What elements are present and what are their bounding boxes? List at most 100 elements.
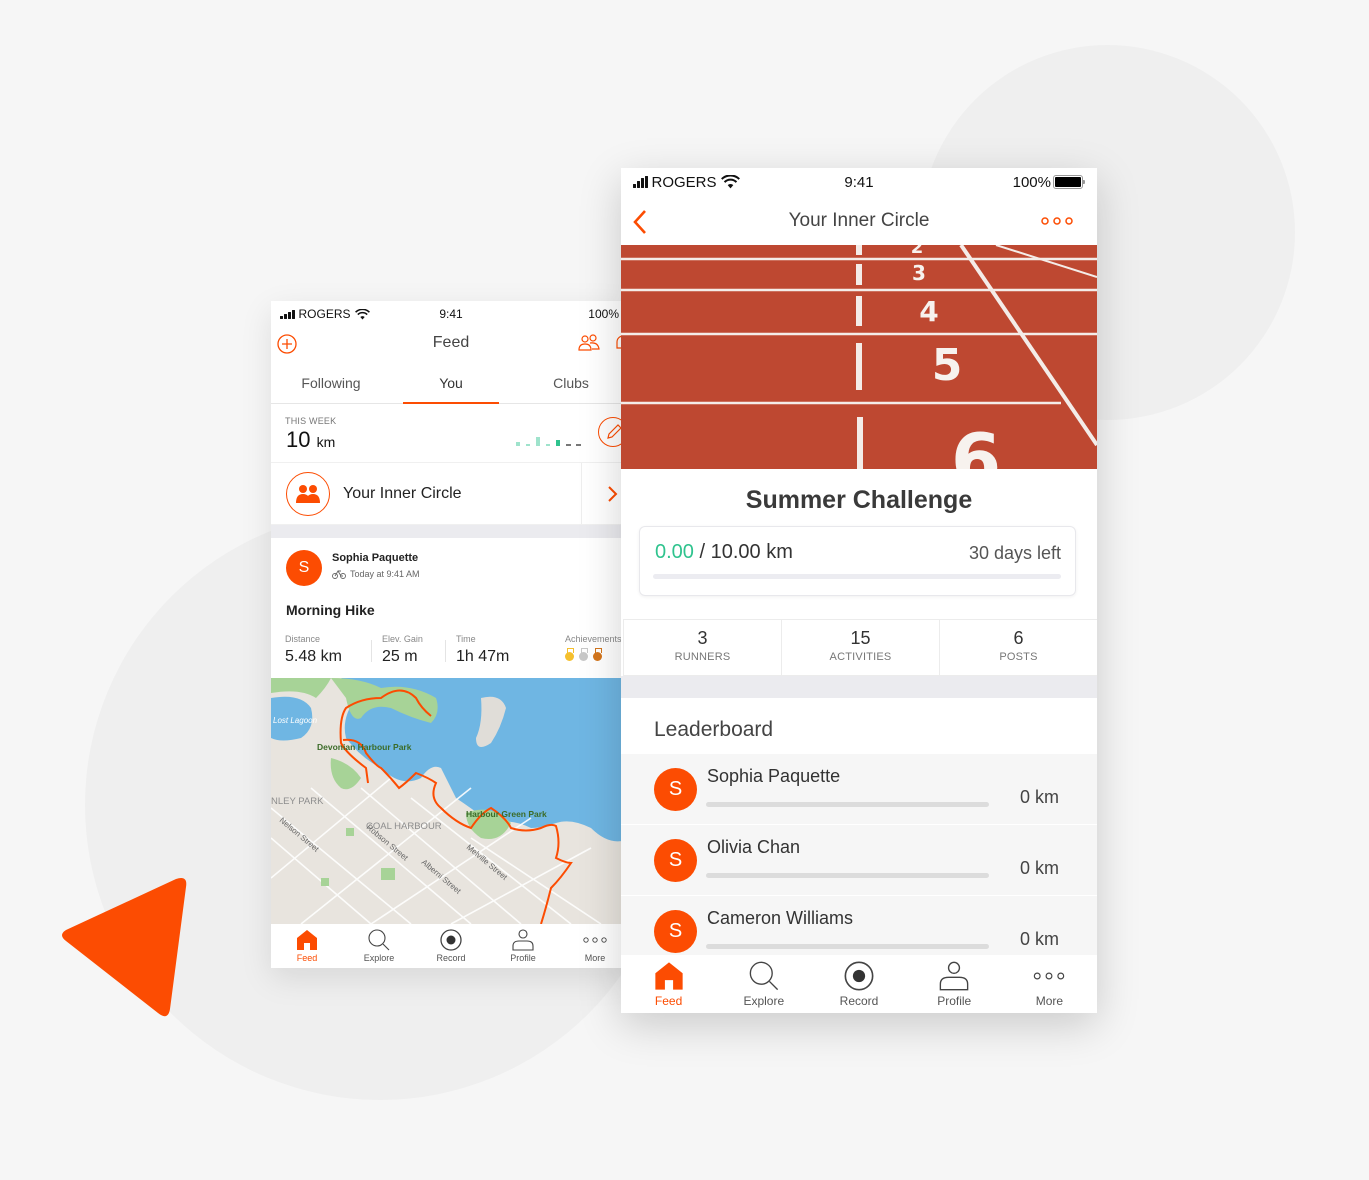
bottom-tab-bar: Feed Explore Record Profile More [621, 955, 1097, 1013]
group-icon [296, 484, 320, 503]
challenge-title: Summer Challenge [745, 486, 973, 514]
status-bar: ROGERS 9:41 100% [271, 303, 631, 325]
challenge-stats: 3 RUNNERS 15 ACTIVITIES 6 POSTS [623, 619, 1097, 676]
add-circle-icon[interactable] [277, 334, 297, 354]
stat-activities[interactable]: 15 ACTIVITIES [781, 620, 939, 675]
stat-posts[interactable]: 6 POSTS [939, 620, 1097, 675]
sparkline-bar [516, 442, 520, 446]
tab-feed[interactable]: Feed [621, 955, 716, 1013]
home-icon [297, 930, 317, 950]
stat-elevation: Elev. Gain 25 m [382, 634, 423, 665]
runner-distance: 0 km [1019, 929, 1059, 949]
avatar: S [654, 839, 697, 882]
tab-following[interactable]: Following [271, 365, 391, 403]
post-timestamp: Today at 9:41 AM [350, 569, 420, 579]
friends-icon[interactable] [578, 334, 600, 352]
hero-image-running-track: 2 3 4 5 6 [621, 245, 1097, 469]
stat-time: Time 1h 47m [456, 634, 510, 665]
chevron-left-icon[interactable] [631, 208, 649, 236]
challenge-progress-card: 0.00 / 10.00 km 30 days left [639, 526, 1076, 596]
runner-distance: 0 km [1019, 858, 1059, 878]
tab-explore[interactable]: Explore [716, 955, 811, 1013]
bike-icon [332, 570, 346, 579]
battery-percent: 100% [588, 307, 619, 321]
more-icon [583, 937, 607, 943]
inner-circle-row[interactable]: Your Inner Circle [271, 463, 631, 525]
status-time: 9:41 [844, 173, 874, 191]
lane-number: 4 [919, 295, 938, 328]
runner-name: Olivia Chan [707, 837, 801, 857]
tab-record[interactable]: Record [415, 924, 487, 968]
sparkline-bar [566, 444, 571, 446]
leaderboard-row[interactable]: S Olivia Chan 0 km [621, 825, 1097, 896]
this-week-unit: km [316, 434, 336, 450]
map-label-harbour-green: Harbour Green Park [466, 809, 547, 819]
route-map[interactable]: Devonian Harbour Park Harbour Green Park… [271, 678, 631, 924]
lane-number: 3 [912, 261, 926, 285]
sparkline-bar [546, 444, 550, 446]
tab-profile[interactable]: Profile [487, 924, 559, 968]
lane-number: 5 [932, 340, 963, 391]
bronze-medal-icon [593, 648, 602, 661]
inner-circle-label: Your Inner Circle [343, 484, 462, 502]
runner-progress-bar [706, 944, 989, 949]
challenge-screen: ROGERS 9:41 100% Your Inner Circle 2 3 4… [621, 168, 1097, 1013]
this-week-label: THIS WEEK [285, 416, 337, 426]
carrier-name: ROGERS [651, 173, 717, 191]
profile-icon [939, 961, 969, 991]
activity-title[interactable]: Morning Hike [286, 602, 375, 618]
gold-medal-icon [565, 648, 574, 661]
stat-distance: Distance 5.48 km [285, 634, 342, 665]
battery-icon [1053, 175, 1085, 189]
post-author[interactable]: Sophia Paquette [332, 552, 418, 564]
feed-nav-bar: Feed [271, 325, 631, 361]
signal-icon [280, 309, 295, 319]
chevron-right-icon [608, 486, 618, 502]
lane-number: 6 [951, 418, 1001, 469]
this-week-value: 10 [286, 427, 311, 452]
runner-progress-bar [706, 873, 989, 878]
sparkline-bar [526, 444, 530, 446]
runner-name: Sophia Paquette [707, 766, 841, 786]
record-icon [844, 961, 874, 991]
leaderboard-list: S Sophia Paquette 0 km S Olivia Chan 0 k… [621, 754, 1097, 967]
page-title: Your Inner Circle [788, 210, 930, 231]
more-horizontal-icon[interactable] [1041, 216, 1073, 226]
activity-post: S Sophia Paquette Today at 9:41 AM Morni… [271, 538, 631, 678]
sparkline-bar [536, 437, 540, 446]
sparkline-bar [556, 440, 560, 446]
runner-progress-bar [706, 802, 989, 807]
record-icon [440, 929, 462, 951]
tab-profile[interactable]: Profile [907, 955, 1002, 1013]
tab-feed[interactable]: Feed [271, 924, 343, 968]
sparkline-bar [576, 444, 581, 446]
search-icon [368, 929, 390, 951]
leaderboard-title: Leaderboard [654, 718, 774, 741]
profile-icon [512, 929, 534, 951]
decorative-triangle [62, 878, 187, 1017]
leaderboard-row[interactable]: S Sophia Paquette 0 km [621, 754, 1097, 825]
tab-record[interactable]: Record [811, 955, 906, 1013]
map-label-stanley-park: NLEY PARK [271, 796, 324, 807]
section-divider [271, 525, 631, 538]
avatar: S [654, 910, 697, 953]
map-label-lost-lagoon: Lost Lagoon [273, 716, 318, 725]
tab-explore[interactable]: Explore [343, 924, 415, 968]
page-title: Feed [432, 334, 470, 351]
tab-more[interactable]: More [1002, 955, 1097, 1013]
avatar[interactable]: S [286, 550, 322, 586]
runner-name: Cameron Williams [707, 908, 854, 928]
tab-clubs[interactable]: Clubs [511, 365, 631, 403]
signal-icon [633, 176, 648, 188]
feed-screen: ROGERS 9:41 100% Feed Following You Club… [271, 301, 631, 968]
days-left: 30 days left [968, 543, 1061, 563]
wifi-icon [354, 308, 370, 319]
tab-you[interactable]: You [391, 365, 511, 404]
search-icon [749, 961, 778, 991]
lane-number: 2 [911, 245, 924, 258]
more-icon [1034, 972, 1065, 980]
feed-tabs: Following You Clubs [271, 365, 631, 404]
stat-runners[interactable]: 3 RUNNERS [623, 620, 781, 675]
avatar: S [654, 768, 697, 811]
bottom-tab-bar: Feed Explore Record Profile More [271, 924, 631, 968]
